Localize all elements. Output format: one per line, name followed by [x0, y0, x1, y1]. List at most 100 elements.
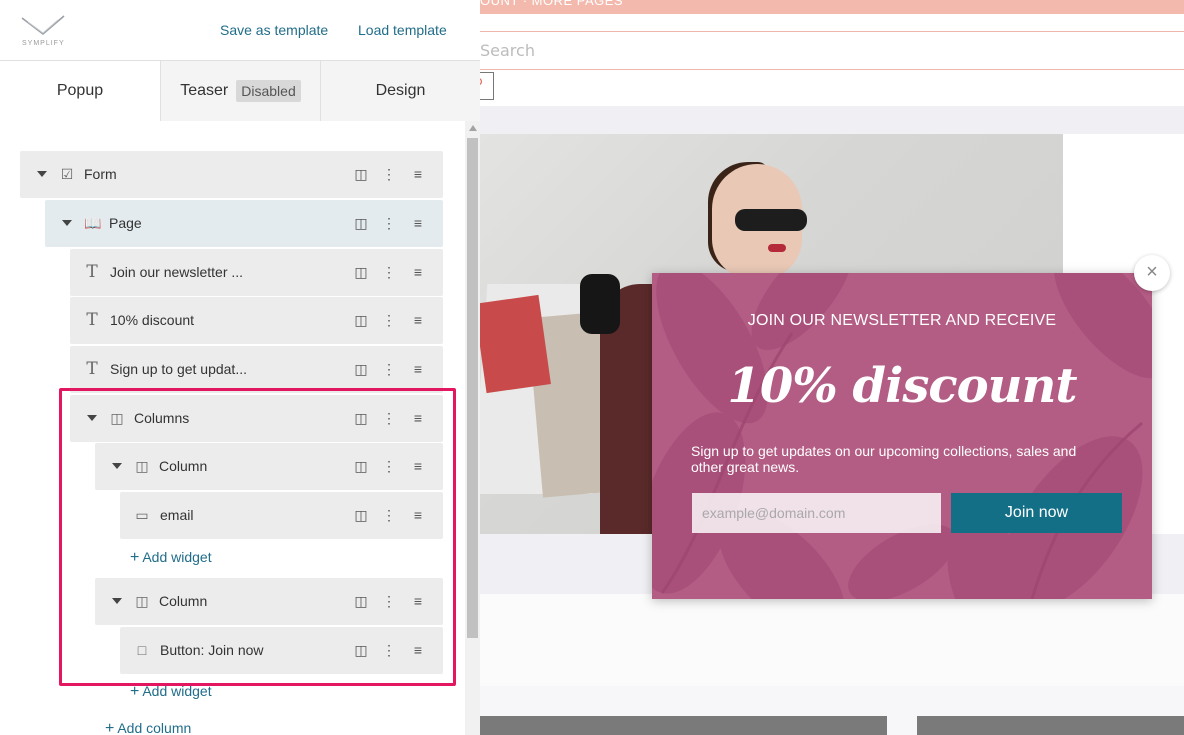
more-options-icon[interactable]: ⋮: [380, 165, 398, 183]
chevron-down-icon[interactable]: [37, 171, 47, 177]
site-footer-block: [917, 716, 1184, 735]
tree-node-form[interactable]: ☑ Form ◫ ⋮ ≡: [20, 151, 443, 198]
editor-tabs: Popup Teaser Disabled Design: [0, 60, 480, 121]
add-widget-label: Add widget: [142, 549, 212, 565]
add-widget-label: Add widget: [142, 683, 212, 699]
load-template-link[interactable]: Load template: [358, 22, 447, 38]
drag-handle-icon[interactable]: ≡: [409, 592, 427, 610]
more-options-icon[interactable]: ⋮: [380, 506, 398, 524]
add-column-label: Add column: [117, 720, 192, 735]
chevron-down-icon[interactable]: [112, 598, 122, 604]
text-icon: T: [86, 262, 98, 282]
tab-popup-label: Popup: [56, 82, 104, 99]
devices-icon[interactable]: ◫: [352, 263, 370, 281]
input-field-icon: ▭: [135, 507, 149, 523]
tab-teaser[interactable]: Teaser Disabled: [160, 61, 321, 121]
scrollbar-thumb[interactable]: [467, 138, 478, 638]
text-icon: T: [86, 310, 98, 330]
add-column-button[interactable]: + Add column: [105, 720, 191, 735]
drag-handle-icon[interactable]: ≡: [409, 165, 427, 183]
site-search-input[interactable]: Search: [470, 31, 1184, 70]
devices-icon[interactable]: ◫: [352, 506, 370, 524]
site-section: [480, 594, 1184, 686]
text-icon: T: [86, 359, 98, 379]
popup-discount-title: 10% discount: [727, 358, 1077, 414]
tree-node-label: Button: Join now: [160, 642, 264, 658]
tree-node-label: 10% discount: [110, 312, 195, 328]
page-icon: 📖: [84, 215, 102, 231]
tree-node-label: Columns: [134, 410, 190, 426]
plus-icon: +: [130, 549, 140, 566]
site-search-placeholder: Search: [480, 41, 535, 60]
tree-node-text[interactable]: T Sign up to get updat... ◫ ⋮ ≡: [70, 346, 443, 393]
chevron-down-icon[interactable]: [62, 220, 72, 226]
sidebar-scrollbar[interactable]: [465, 121, 480, 735]
columns-icon: ◫: [110, 410, 124, 426]
more-options-icon[interactable]: ⋮: [380, 214, 398, 232]
devices-icon[interactable]: ◫: [352, 409, 370, 427]
drag-handle-icon[interactable]: ≡: [409, 263, 427, 281]
drag-handle-icon[interactable]: ≡: [409, 360, 427, 378]
drag-handle-icon[interactable]: ≡: [409, 457, 427, 475]
more-options-icon[interactable]: ⋮: [380, 360, 398, 378]
add-widget-button[interactable]: + Add widget: [130, 549, 212, 567]
popup-email-field[interactable]: [692, 493, 941, 533]
drag-handle-icon[interactable]: ≡: [409, 214, 427, 232]
more-options-icon[interactable]: ⋮: [380, 457, 398, 475]
devices-icon[interactable]: ◫: [352, 457, 370, 475]
tree-node-text[interactable]: T Join our newsletter ... ◫ ⋮ ≡: [70, 249, 443, 296]
newsletter-popup: JOIN OUR NEWSLETTER AND RECEIVE 10% disc…: [652, 273, 1152, 599]
tree-node-label: email: [160, 507, 194, 523]
chevron-down-icon[interactable]: [112, 463, 122, 469]
drag-handle-icon[interactable]: ≡: [409, 311, 427, 329]
form-icon: ☑: [60, 166, 74, 182]
devices-icon[interactable]: ◫: [352, 592, 370, 610]
devices-icon[interactable]: ◫: [352, 641, 370, 659]
save-as-template-link[interactable]: Save as template: [220, 22, 328, 38]
close-icon[interactable]: ×: [1134, 255, 1170, 291]
scroll-up-icon[interactable]: [469, 125, 477, 131]
drag-handle-icon[interactable]: ≡: [409, 641, 427, 659]
column-icon: ◫: [135, 458, 149, 474]
devices-icon[interactable]: ◫: [352, 165, 370, 183]
sidebar-header: SYMPLIFY Save as template Load template: [0, 0, 480, 60]
more-options-icon[interactable]: ⋮: [380, 263, 398, 281]
chevron-down-icon[interactable]: [87, 415, 97, 421]
tree-node-email[interactable]: ▭ email ◫ ⋮ ≡: [120, 492, 443, 539]
more-options-icon[interactable]: ⋮: [380, 311, 398, 329]
more-options-icon[interactable]: ⋮: [380, 592, 398, 610]
devices-icon[interactable]: ◫: [352, 214, 370, 232]
tree-node-text[interactable]: T 10% discount ◫ ⋮ ≡: [70, 297, 443, 344]
tree-node-label: Join our newsletter ...: [110, 264, 244, 280]
site-footer-block: [480, 716, 887, 735]
tree-node-page[interactable]: 📖 Page ◫ ⋮ ≡: [45, 200, 443, 247]
more-options-icon[interactable]: ⋮: [380, 641, 398, 659]
tree-node-column[interactable]: ◫ Column ◫ ⋮ ≡: [95, 443, 443, 490]
tree-node-column[interactable]: ◫ Column ◫ ⋮ ≡: [95, 578, 443, 625]
tree-node-label: Form: [84, 166, 117, 182]
popup-heading: JOIN OUR NEWSLETTER AND RECEIVE: [747, 312, 1057, 329]
add-widget-button[interactable]: + Add widget: [130, 683, 212, 701]
more-options-icon[interactable]: ⋮: [380, 409, 398, 427]
tree-node-label: Column: [159, 593, 208, 609]
logo-text: SYMPLIFY: [22, 40, 65, 47]
drag-handle-icon[interactable]: ≡: [409, 409, 427, 427]
disabled-badge: Disabled: [236, 80, 301, 102]
join-now-button[interactable]: Join now: [951, 493, 1122, 533]
widget-tree: ☑ Form ◫ ⋮ ≡ 📖 Page ◫ ⋮ ≡ T Join our new…: [0, 121, 465, 735]
tree-node-label: Sign up to get updat...: [110, 361, 247, 377]
column-icon: ◫: [135, 593, 149, 609]
plus-icon: +: [105, 720, 115, 735]
tree-node-columns[interactable]: ◫ Columns ◫ ⋮ ≡: [70, 395, 443, 442]
devices-icon[interactable]: ◫: [352, 360, 370, 378]
tab-popup[interactable]: Popup: [0, 61, 160, 121]
plus-icon: +: [130, 683, 140, 700]
drag-handle-icon[interactable]: ≡: [409, 506, 427, 524]
devices-icon[interactable]: ◫: [352, 311, 370, 329]
site-topbar-text: OUNT · MORE PAGES: [480, 0, 624, 8]
editor-sidebar: SYMPLIFY Save as template Load template …: [0, 0, 480, 735]
tab-teaser-label: Teaser: [180, 82, 229, 99]
button-widget-icon: □: [137, 642, 147, 658]
tab-design[interactable]: Design: [321, 61, 480, 121]
tree-node-button[interactable]: □ Button: Join now ◫ ⋮ ≡: [120, 627, 443, 674]
